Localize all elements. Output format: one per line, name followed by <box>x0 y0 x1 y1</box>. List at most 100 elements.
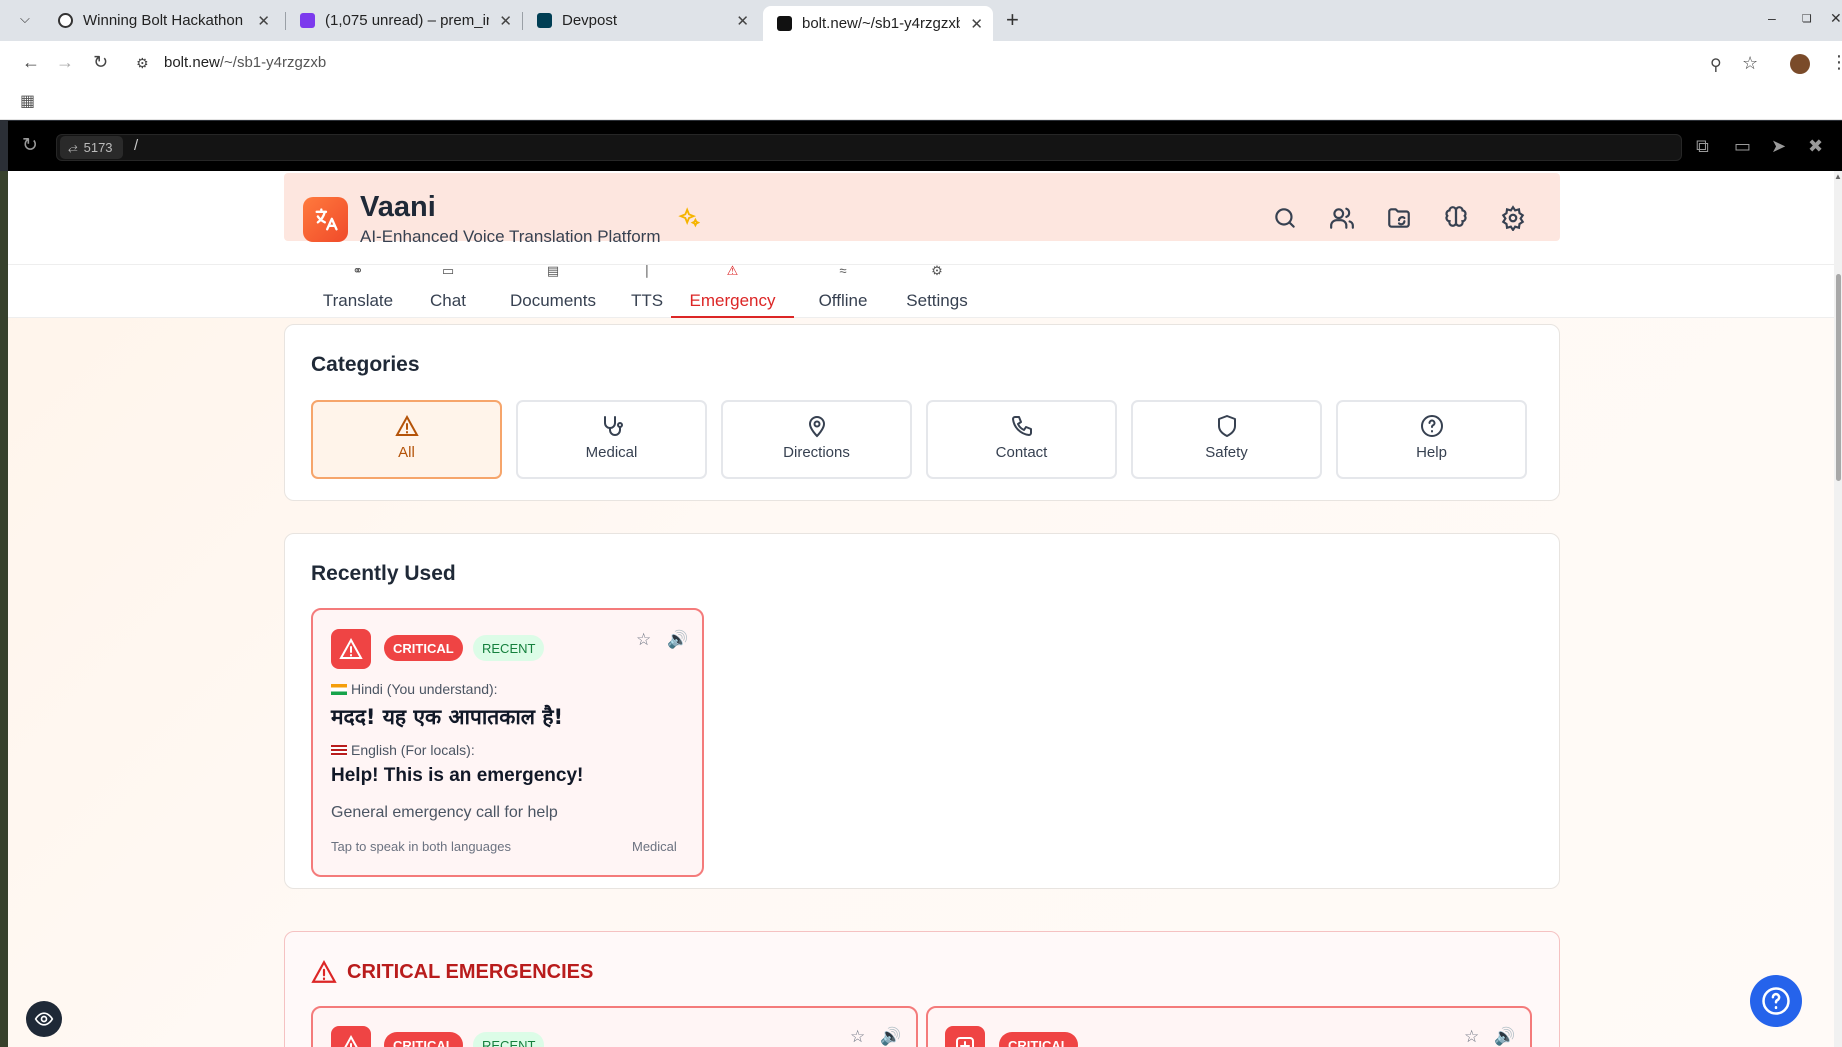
alert-triangle-icon <box>394 414 419 436</box>
critical-badge: CRITICAL <box>999 1032 1078 1047</box>
site-info-icon[interactable]: ⚙ <box>136 55 149 72</box>
tab-emergency[interactable]: ⚠ Emergency <box>671 265 794 318</box>
speaker-icon[interactable]: 🔊 <box>667 630 688 650</box>
wifi-icon: ≈ <box>839 265 847 278</box>
critical-badge: CRITICAL <box>384 635 463 661</box>
forward-icon[interactable]: → <box>56 52 74 73</box>
category-medical[interactable]: Medical <box>516 400 707 479</box>
gear-icon: ⚙ <box>931 265 943 278</box>
reload-icon[interactable]: ↻ <box>93 52 108 73</box>
open-external-icon[interactable]: ⧉ <box>1696 136 1709 157</box>
category-label: Medical <box>585 444 638 461</box>
critical-emergencies-title: CRITICAL EMERGENCIES <box>347 961 594 983</box>
minimize-window-icon[interactable]: – <box>1768 10 1776 26</box>
browser-tab[interactable]: Devpost ✕ <box>523 6 759 35</box>
india-flag-icon <box>331 684 347 695</box>
browser-tab-active[interactable]: bolt.new/~/sb1-y4rzgzxb ✕ <box>763 6 993 41</box>
categories-title: Categories <box>311 353 420 376</box>
category-safety[interactable]: Safety <box>1131 400 1322 479</box>
tab-settings[interactable]: ⚙ Settings <box>892 265 982 318</box>
tab-label: Translate <box>322 291 394 310</box>
tab-tts[interactable]: ∣ TTS <box>622 265 672 318</box>
favorite-star-icon[interactable]: ☆ <box>850 1027 865 1047</box>
browser-tab[interactable]: Winning Bolt Hackathon ✕ <box>44 6 280 35</box>
category-help[interactable]: Help <box>1336 400 1527 479</box>
back-icon[interactable]: ← <box>22 52 40 73</box>
preview-path-field[interactable] <box>56 134 1682 161</box>
speak-hint: Tap to speak in both languages <box>331 839 511 854</box>
preview-reload-icon[interactable]: ↻ <box>22 134 38 157</box>
recently-used-title: Recently Used <box>311 562 456 585</box>
sparkles-icon <box>678 207 701 235</box>
help-button[interactable] <box>1750 975 1802 1027</box>
url-path: /~/sb1-y4rzgzxb <box>219 54 327 71</box>
text-cursor-icon: ∣ <box>643 265 651 278</box>
port-selector[interactable]: ⥄ 5173 <box>60 136 123 159</box>
tab-chat[interactable]: ▭ Chat <box>418 265 478 318</box>
inspect-cursor-icon[interactable]: ➤ <box>1771 136 1786 157</box>
zoom-icon[interactable]: ⚲ <box>1710 55 1722 75</box>
category-label: Directions <box>783 444 850 461</box>
bookmark-star-icon[interactable]: ☆ <box>1742 53 1758 74</box>
favorite-star-icon[interactable]: ☆ <box>1464 1027 1479 1047</box>
target-language-label: English (For locals): <box>331 742 475 758</box>
new-tab-button[interactable]: + <box>1006 7 1019 33</box>
help-circle-icon <box>1420 415 1443 437</box>
tab-title: Devpost <box>562 12 618 29</box>
tab-title: bolt.new/~/sb1-y4rzgzxb <box>802 15 961 32</box>
url-field[interactable]: bolt.new/~/sb1-y4rzgzxb <box>164 54 326 71</box>
category-all[interactable]: All <box>311 400 502 479</box>
stethoscope-icon <box>603 416 623 436</box>
alert-triangle-icon <box>311 960 337 983</box>
settings-gear-icon[interactable] <box>1500 205 1526 231</box>
close-tab-icon[interactable]: ✕ <box>499 12 512 30</box>
help-circle-icon <box>1762 987 1790 1015</box>
speaker-icon[interactable]: 🔊 <box>1494 1027 1515 1047</box>
tab-label: Documents <box>510 291 596 310</box>
tab-offline[interactable]: ≈ Offline <box>808 265 878 318</box>
close-window-icon[interactable]: ✕ <box>1830 10 1842 27</box>
search-icon[interactable] <box>1272 205 1298 231</box>
map-pin-icon <box>808 416 825 438</box>
category-label: Safety <box>1205 444 1248 461</box>
visibility-toggle-button[interactable] <box>26 1001 62 1037</box>
brain-icon[interactable] <box>1443 205 1469 231</box>
apps-grid-icon[interactable]: ▦ <box>20 91 35 111</box>
alert-triangle-icon <box>331 629 371 669</box>
scrollbar-thumb[interactable] <box>1836 274 1841 481</box>
translate-logo-icon <box>303 197 348 242</box>
category-label: Help <box>1416 444 1447 461</box>
category-directions[interactable]: Directions <box>721 400 912 479</box>
collapse-icon[interactable]: ✖ <box>1808 136 1823 157</box>
bolt-favicon-icon <box>777 16 792 31</box>
tab-search-chevron-icon[interactable]: ⌵ <box>20 11 30 27</box>
source-phrase: मदद! यह एक आपातकाल है! <box>331 705 564 729</box>
close-tab-icon[interactable]: ✕ <box>970 15 983 33</box>
devpost-favicon-icon <box>537 13 552 28</box>
tab-title: Winning Bolt Hackathon <box>83 12 244 29</box>
mail-favicon-icon <box>300 13 315 28</box>
favorite-star-icon[interactable]: ☆ <box>636 630 651 650</box>
browser-menu-icon[interactable]: ⋮ <box>1830 52 1842 73</box>
folder-sync-icon[interactable] <box>1386 205 1412 231</box>
device-preview-icon[interactable]: ▭ <box>1734 136 1751 157</box>
recent-badge: RECENT <box>473 635 545 661</box>
scroll-up-icon[interactable]: ▲ <box>1834 172 1842 181</box>
profile-avatar[interactable] <box>1790 54 1810 74</box>
category-label: All <box>398 444 415 461</box>
microphone-icon: ⚭ <box>352 265 364 278</box>
tab-translate[interactable]: ⚭ Translate <box>318 265 398 318</box>
users-icon[interactable] <box>1329 205 1355 231</box>
close-tab-icon[interactable]: ✕ <box>736 12 749 30</box>
chat-bubble-icon: ▭ <box>441 265 455 278</box>
close-tab-icon[interactable]: ✕ <box>257 12 270 30</box>
browser-tab[interactable]: (1,075 unread) – prem_ir ✕ <box>286 6 522 35</box>
speaker-icon[interactable]: 🔊 <box>880 1027 901 1047</box>
category-contact[interactable]: Contact <box>926 400 1117 479</box>
category-label: Contact <box>995 444 1048 461</box>
restore-window-icon[interactable]: ❏ <box>1802 12 1812 25</box>
phone-icon <box>1011 416 1032 436</box>
tab-label: Settings <box>906 291 968 310</box>
tab-documents[interactable]: ▤ Documents <box>498 265 608 318</box>
app-title: Vaani <box>360 191 436 223</box>
